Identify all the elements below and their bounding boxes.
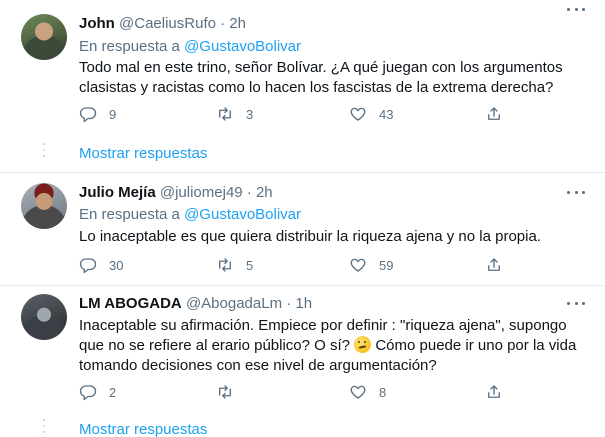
- tweet-text-line: Todo mal en este trino, señor Bolívar. ¿…: [79, 59, 563, 76]
- reply-button[interactable]: 2: [79, 382, 116, 402]
- reply-icon: [79, 107, 97, 123]
- like-button[interactable]: 8: [349, 382, 386, 402]
- tweet-text-line: clasistas y racistas como lo hacen los f…: [79, 79, 554, 96]
- tweet-header: John @CaeliusRufo · 2h: [79, 14, 246, 33]
- like-icon: [350, 385, 366, 399]
- show-replies-link[interactable]: Mostrar respuestas: [79, 145, 207, 162]
- display-name[interactable]: John: [79, 15, 115, 32]
- tweet-actions: 9 3 43: [79, 104, 509, 124]
- reply-context: En respuesta a @GustavoBolivar: [79, 205, 301, 224]
- reply-icon: [79, 258, 97, 274]
- reply-count: 9: [109, 106, 117, 122]
- like-button[interactable]: 59: [349, 255, 393, 275]
- thread-connector: [43, 143, 45, 161]
- like-button[interactable]: 43: [349, 104, 393, 124]
- tweet-header: Julio Mejía @juliomej49 · 2h: [79, 183, 273, 202]
- tweet-lm-abogada[interactable]: LM ABOGADA @AbogadaLm · 1h Inaceptable s…: [0, 286, 605, 437]
- show-replies-link[interactable]: Mostrar respuestas: [79, 421, 207, 437]
- separator-dot: ·: [220, 15, 226, 32]
- tweet-header: LM ABOGADA @AbogadaLm · 1h: [79, 294, 312, 313]
- user-handle[interactable]: @CaeliusRufo: [119, 15, 216, 32]
- user-handle[interactable]: @AbogadaLm: [186, 295, 282, 312]
- tweet-text-fragment: que no se refiere al erario público? O s…: [79, 337, 350, 354]
- timestamp[interactable]: 2h: [229, 15, 246, 32]
- tweet-john[interactable]: John @CaeliusRufo · 2h En respuesta a @G…: [0, 0, 605, 170]
- timestamp[interactable]: 2h: [256, 184, 273, 201]
- reply-button[interactable]: 9: [79, 104, 116, 124]
- tweet-text-line: Lo inaceptable es que quiera distribuir …: [79, 228, 541, 245]
- share-icon: [488, 258, 500, 271]
- reply-count: 30: [109, 257, 124, 273]
- tweet-text: Lo inaceptable es que quiera distribuir …: [79, 227, 579, 247]
- separator-dot: ·: [286, 295, 292, 312]
- timestamp[interactable]: 1h: [295, 295, 312, 312]
- tweet-text-line: que no se refiere al erario público? O s…: [79, 336, 579, 356]
- share-button[interactable]: [485, 382, 503, 402]
- separator-dot: ·: [246, 184, 252, 201]
- reply-count: 2: [109, 384, 117, 400]
- retweet-icon: [219, 258, 231, 272]
- retweet-count: 5: [246, 257, 254, 273]
- more-icon[interactable]: [567, 2, 585, 16]
- retweet-count: 3: [246, 106, 254, 122]
- like-icon: [350, 258, 366, 272]
- avatar[interactable]: [21, 14, 67, 60]
- retweet-button[interactable]: 5: [216, 255, 253, 275]
- tweet-julio-mejia[interactable]: Julio Mejía @juliomej49 · 2h En respuest…: [0, 173, 605, 285]
- reply-prefix: En respuesta a: [79, 206, 180, 223]
- retweet-icon: [219, 107, 231, 121]
- thinking-face-emoji: [354, 336, 372, 353]
- avatar[interactable]: [21, 183, 67, 229]
- mention-link[interactable]: @GustavoBolivar: [184, 206, 301, 223]
- share-button[interactable]: [485, 104, 503, 124]
- tweet-text: Todo mal en este trino, señor Bolívar. ¿…: [79, 58, 579, 98]
- share-icon: [488, 385, 500, 398]
- display-name[interactable]: LM ABOGADA: [79, 295, 182, 312]
- tweet-text-line: Inaceptable su afirmación. Empiece por d…: [79, 317, 567, 334]
- share-button[interactable]: [485, 255, 503, 275]
- mention-link[interactable]: @GustavoBolivar: [184, 38, 301, 55]
- like-count: 59: [379, 257, 394, 273]
- reply-context: En respuesta a @GustavoBolivar: [79, 37, 301, 56]
- tweet-actions: 30 5 59: [79, 255, 509, 275]
- tweet-text-line: tomando decisiones con ese nivel de argu…: [79, 357, 437, 374]
- share-icon: [488, 107, 500, 120]
- avatar[interactable]: [21, 294, 67, 340]
- reply-button[interactable]: 30: [79, 255, 123, 275]
- tweet-actions: 2 8: [79, 382, 509, 402]
- more-icon[interactable]: [567, 185, 585, 199]
- retweet-icon: [219, 385, 231, 399]
- retweet-button[interactable]: [216, 382, 246, 402]
- more-icon[interactable]: [567, 296, 585, 310]
- reply-prefix: En respuesta a: [79, 38, 180, 55]
- user-handle[interactable]: @juliomej49: [160, 184, 243, 201]
- tweet-text-fragment: Cómo puede ir uno por la vida: [375, 337, 577, 354]
- like-count: 43: [379, 106, 394, 122]
- reply-icon: [79, 385, 97, 401]
- display-name[interactable]: Julio Mejía: [79, 184, 156, 201]
- thread-connector: [43, 419, 45, 437]
- tweet-text: Inaceptable su afirmación. Empiece por d…: [79, 316, 579, 376]
- like-count: 8: [379, 384, 387, 400]
- like-icon: [350, 107, 366, 121]
- retweet-button[interactable]: 3: [216, 104, 253, 124]
